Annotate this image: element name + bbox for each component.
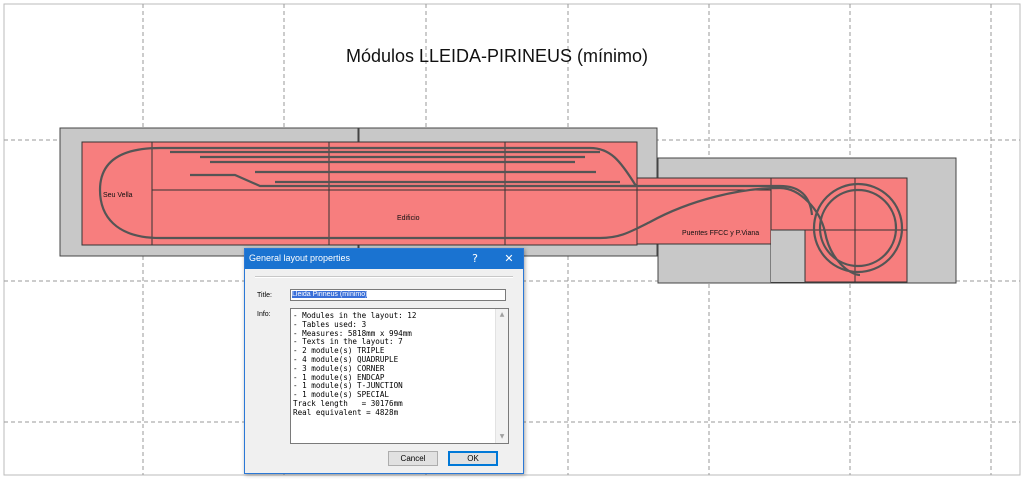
scroll-up-icon[interactable]: ▲ bbox=[496, 309, 508, 321]
general-layout-properties-dialog[interactable]: General layout properties ? ✕ Title: Lle… bbox=[244, 248, 524, 474]
dialog-title: General layout properties bbox=[249, 253, 351, 263]
info-label: Info: bbox=[257, 311, 271, 318]
label-edificio: Edificio bbox=[397, 215, 420, 222]
title-input-value: Lleida Pirineus (mínimo) bbox=[292, 291, 368, 298]
dialog-separator bbox=[255, 276, 513, 278]
dialog-titlebar[interactable]: General layout properties ? ✕ bbox=[245, 249, 523, 269]
label-puentes: Puentes FFCC y P.Viana bbox=[682, 230, 759, 237]
title-label: Title: bbox=[257, 292, 272, 299]
close-icon[interactable]: ✕ bbox=[495, 249, 523, 269]
layout-title: Módulos LLEIDA-PIRINEUS (mínimo) bbox=[346, 46, 648, 66]
scroll-down-icon[interactable]: ▼ bbox=[496, 431, 508, 443]
help-button[interactable]: ? bbox=[461, 249, 489, 269]
cancel-button[interactable]: Cancel bbox=[388, 451, 438, 466]
info-scrollbar[interactable]: ▲ ▼ bbox=[495, 309, 508, 443]
ok-button[interactable]: OK bbox=[448, 451, 498, 466]
endloop-notch bbox=[771, 230, 805, 282]
info-textarea[interactable]: - Modules in the layout: 12 - Tables use… bbox=[290, 308, 509, 444]
title-input[interactable]: Lleida Pirineus (mínimo) bbox=[290, 289, 506, 301]
label-seu-vella: Seu Vella bbox=[103, 192, 133, 199]
info-text: - Modules in the layout: 12 - Tables use… bbox=[293, 311, 417, 417]
